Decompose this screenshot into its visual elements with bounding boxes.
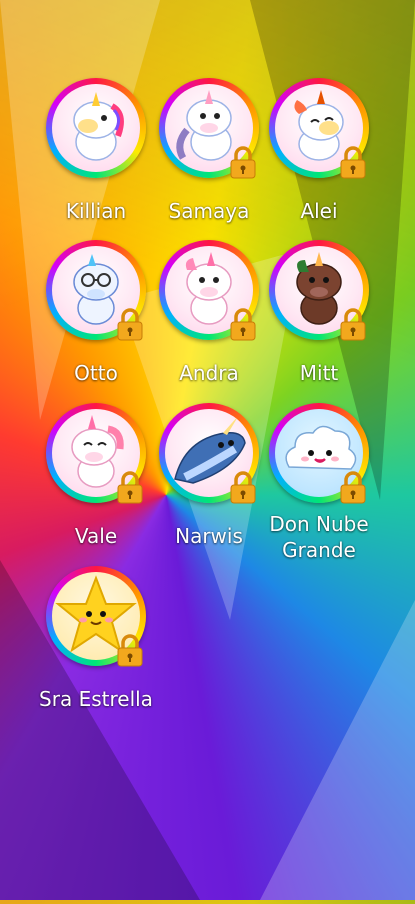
lock-icon	[116, 471, 144, 505]
lock-icon	[116, 634, 144, 668]
lock-icon	[339, 471, 367, 505]
character-name: Don Nube Grande	[269, 512, 369, 562]
lock-icon	[229, 308, 257, 342]
avatar	[46, 78, 146, 178]
unicorn-icon	[73, 92, 124, 161]
lock-icon	[229, 471, 257, 505]
character-grid: Killian Samaya Alei Otto Andra Mitt Vale…	[0, 0, 415, 900]
lock-icon	[339, 146, 367, 180]
lock-icon	[116, 308, 144, 342]
character-name: Mitt	[299, 361, 339, 385]
lock-icon	[229, 146, 257, 180]
character-name: Alei	[300, 199, 338, 223]
lock-icon	[339, 308, 367, 342]
character-name: Sra Estrella	[39, 687, 153, 711]
